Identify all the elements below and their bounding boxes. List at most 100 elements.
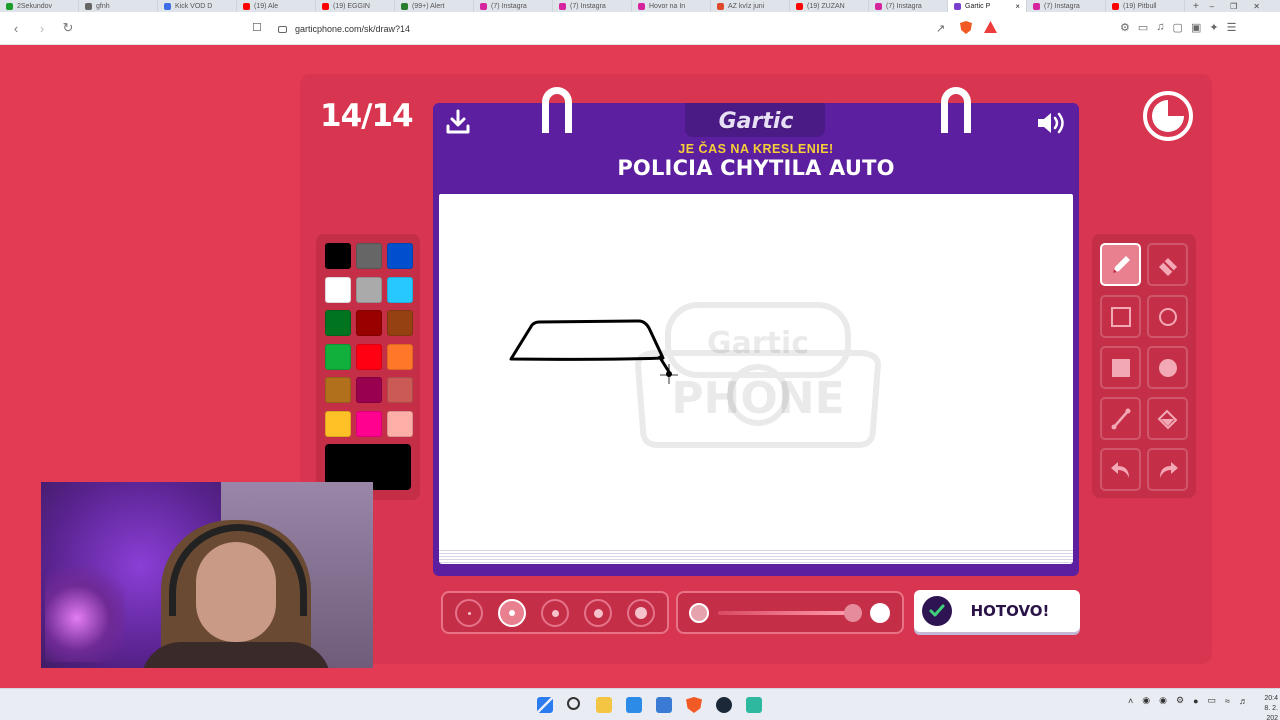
search-icon[interactable] xyxy=(567,697,580,710)
reload-icon[interactable]: ↻ xyxy=(58,20,78,36)
opacity-slider-track[interactable] xyxy=(718,611,850,615)
brave-browser-icon[interactable] xyxy=(686,697,702,713)
bookmark-icon[interactable]: ☐ xyxy=(252,21,262,34)
color-swatch[interactable] xyxy=(387,243,413,269)
color-swatch[interactable] xyxy=(356,410,382,437)
browser-tab[interactable]: (19) Ale xyxy=(237,0,316,12)
square-filled-icon xyxy=(1111,358,1130,377)
color-swatch[interactable] xyxy=(325,410,351,437)
user-drawing xyxy=(509,319,678,384)
forward-icon[interactable]: › xyxy=(32,21,52,36)
browser-tab[interactable]: (99+) Alert xyxy=(395,0,474,12)
brush-size-option[interactable] xyxy=(455,599,483,627)
window-controls: – ❐ ✕ xyxy=(1210,2,1280,11)
browser-tab[interactable]: (7) Instagra xyxy=(869,0,948,12)
share-icon[interactable]: ↗ xyxy=(936,22,945,35)
notes-icon[interactable] xyxy=(656,697,672,713)
browser-tab[interactable]: (19) Pitbull xyxy=(1106,0,1185,12)
color-swatch[interactable] xyxy=(356,310,382,336)
color-swatch[interactable] xyxy=(387,276,413,303)
monitor-icon[interactable]: ▭ xyxy=(1208,695,1217,706)
circle-outline-icon xyxy=(1158,307,1177,326)
tab-favicon-icon xyxy=(717,2,724,10)
new-tab-button[interactable]: + xyxy=(1185,1,1207,12)
brush-size-option[interactable] xyxy=(584,599,612,627)
browser-tab[interactable]: (7) Instagra xyxy=(474,0,553,12)
taskbar-clock[interactable]: 20:4 8. 2. 202 xyxy=(1256,694,1280,720)
site-info-icon[interactable] xyxy=(278,25,287,33)
microphone-icon[interactable]: ● xyxy=(1193,696,1198,706)
color-swatch[interactable] xyxy=(387,343,413,370)
color-swatch[interactable] xyxy=(356,377,382,403)
address-bar[interactable]: garticphone.com/sk/draw?14 xyxy=(278,19,1008,39)
color-swatch[interactable] xyxy=(387,310,413,336)
start-icon[interactable] xyxy=(537,697,553,713)
browser-tab[interactable]: (7) Instagra xyxy=(1027,0,1106,12)
color-swatch[interactable] xyxy=(325,243,351,269)
wifi-icon[interactable]: ≈ xyxy=(1225,696,1230,706)
done-button-label: HOTOVO! xyxy=(970,602,1050,620)
windows-taskbar: ˄ ◉ ◉ ⚙ ● ▭ ≈ ♬ 20:4 8. 2. 202 xyxy=(0,688,1280,720)
browser-tab[interactable]: AZ kvíz juni xyxy=(711,0,790,12)
color-swatch[interactable] xyxy=(387,410,413,437)
ellipse-filled-tool[interactable] xyxy=(1147,346,1188,389)
app-tray-icon[interactable]: ◉ xyxy=(1159,695,1167,706)
browser-tab[interactable]: (19) EGGIN xyxy=(316,0,395,12)
restore-icon[interactable]: ❐ xyxy=(1230,2,1237,11)
color-swatch[interactable] xyxy=(325,276,351,303)
tab-title: (7) Instagra xyxy=(886,2,922,10)
browser-tab[interactable]: Gartic P × xyxy=(948,0,1027,12)
rectangle-filled-tool[interactable] xyxy=(1100,346,1141,389)
store-icon[interactable] xyxy=(626,697,642,713)
menu-icon[interactable]: ☰ xyxy=(1227,21,1237,34)
extensions-icon[interactable]: ⚙ xyxy=(1120,21,1130,34)
color-swatch[interactable] xyxy=(325,343,351,370)
color-swatch[interactable] xyxy=(356,343,382,370)
back-icon[interactable]: ‹ xyxy=(6,21,26,36)
color-swatch[interactable] xyxy=(325,377,351,403)
volume-icon[interactable] xyxy=(1036,110,1068,136)
brush-size-option[interactable] xyxy=(541,599,569,627)
color-swatch[interactable] xyxy=(387,377,413,403)
file-explorer-icon[interactable] xyxy=(596,697,612,713)
browser-tab[interactable]: Hovor na In xyxy=(632,0,711,12)
line-tool[interactable] xyxy=(1100,397,1141,440)
color-swatch[interactable] xyxy=(356,243,382,269)
rectangle-outline-tool[interactable] xyxy=(1100,295,1141,338)
browser-tab[interactable]: (19) ZUZAN xyxy=(790,0,869,12)
clock-time: 20:4 xyxy=(1264,695,1278,702)
ellipse-outline-tool[interactable] xyxy=(1147,295,1188,338)
brush-size-option[interactable] xyxy=(627,599,655,627)
media-icon[interactable]: ♫ xyxy=(1156,21,1164,34)
color-swatch[interactable] xyxy=(325,310,351,336)
redo-button[interactable] xyxy=(1147,448,1188,491)
browser-tab[interactable]: gfnh xyxy=(79,0,158,12)
speaker-icon[interactable]: ♬ xyxy=(1239,696,1248,706)
brush-dot-icon xyxy=(593,608,603,618)
tab-favicon-icon xyxy=(1112,2,1119,10)
done-button[interactable]: HOTOVO! xyxy=(914,590,1080,632)
brush-size-option[interactable] xyxy=(498,599,526,627)
wallet-icon[interactable]: ▣ xyxy=(1191,21,1201,34)
fill-tool[interactable] xyxy=(1147,397,1188,440)
minimize-icon[interactable]: – xyxy=(1210,2,1214,11)
download-icon[interactable] xyxy=(445,109,471,135)
sidebar-icon[interactable]: ▭ xyxy=(1138,21,1148,34)
chevron-up-icon[interactable]: ˄ xyxy=(1128,696,1133,706)
app-icon[interactable] xyxy=(746,697,762,713)
pen-tool[interactable] xyxy=(1100,243,1141,286)
close-window-icon[interactable]: ✕ xyxy=(1253,2,1260,11)
steam-icon[interactable] xyxy=(716,697,732,713)
undo-button[interactable] xyxy=(1100,448,1141,491)
eraser-tool[interactable] xyxy=(1147,243,1188,286)
browser-tab[interactable]: Kick VOD D xyxy=(158,0,237,12)
leo-icon[interactable]: ✦ xyxy=(1209,21,1218,34)
tab-close-icon[interactable]: × xyxy=(1015,2,1020,11)
opacity-slider-handle[interactable] xyxy=(844,604,862,622)
browser-tab[interactable]: 2Sekundov xyxy=(0,0,79,12)
tab-search-icon[interactable]: ▢ xyxy=(1173,21,1183,34)
settings-tray-icon[interactable]: ⚙ xyxy=(1176,695,1184,706)
color-swatch[interactable] xyxy=(356,276,382,303)
browser-tab[interactable]: (7) Instagra xyxy=(553,0,632,12)
network-icon[interactable]: ◉ xyxy=(1142,695,1150,706)
